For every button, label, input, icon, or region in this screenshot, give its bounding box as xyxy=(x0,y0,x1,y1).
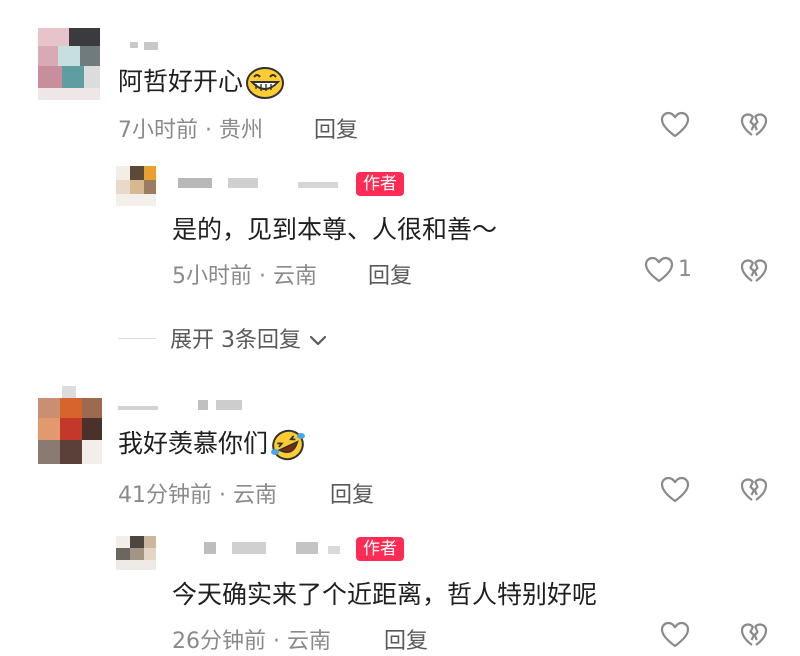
grinning-face-emoji xyxy=(246,67,285,99)
reply-button[interactable]: 回复 xyxy=(368,258,412,290)
broken-heart-icon[interactable] xyxy=(740,112,768,138)
author-badge: 作者 xyxy=(356,537,404,561)
username-masked[interactable] xyxy=(178,176,348,190)
avatar[interactable] xyxy=(116,166,156,206)
broken-heart-icon[interactable] xyxy=(740,258,768,284)
reply-content: 今天确实来了个近距离，哲人特别好呢 xyxy=(172,580,598,609)
reply-button[interactable]: 回复 xyxy=(314,112,358,144)
comment-content: 阿哲好开心 xyxy=(118,62,285,100)
expand-replies-button[interactable]: 展开 3条回复 xyxy=(170,322,328,354)
avatar[interactable] xyxy=(38,28,100,100)
username-masked[interactable] xyxy=(130,38,170,52)
heart-outline-icon[interactable] xyxy=(644,256,674,284)
author-badge: 作者 xyxy=(356,172,404,196)
username-masked[interactable] xyxy=(118,398,258,412)
reply-meta: 5小时前 · 云南 xyxy=(172,264,317,289)
comment-content: 我好羡慕你们 xyxy=(118,424,306,462)
comment-meta: 7小时前 · 贵州 xyxy=(118,118,263,143)
reply-meta: 26分钟前 · 云南 xyxy=(172,629,331,654)
avatar[interactable] xyxy=(38,386,102,464)
heart-outline-icon[interactable] xyxy=(660,111,690,139)
heart-outline-icon[interactable] xyxy=(660,476,690,504)
comment-meta: 41分钟前 · 云南 xyxy=(118,483,277,508)
reply-button[interactable]: 回复 xyxy=(384,623,428,655)
username-masked[interactable] xyxy=(204,542,354,556)
broken-heart-icon[interactable] xyxy=(740,477,768,503)
reply-content: 是的，见到本尊、人很和善～ xyxy=(172,215,498,244)
expand-divider xyxy=(118,338,156,339)
heart-outline-icon[interactable] xyxy=(660,621,690,649)
reply-button[interactable]: 回复 xyxy=(330,477,374,509)
chevron-down-icon xyxy=(309,335,327,346)
broken-heart-icon[interactable] xyxy=(740,622,768,648)
avatar[interactable] xyxy=(116,536,156,570)
rolling-laughing-emoji xyxy=(271,429,306,461)
like-count: 1 xyxy=(678,257,692,282)
